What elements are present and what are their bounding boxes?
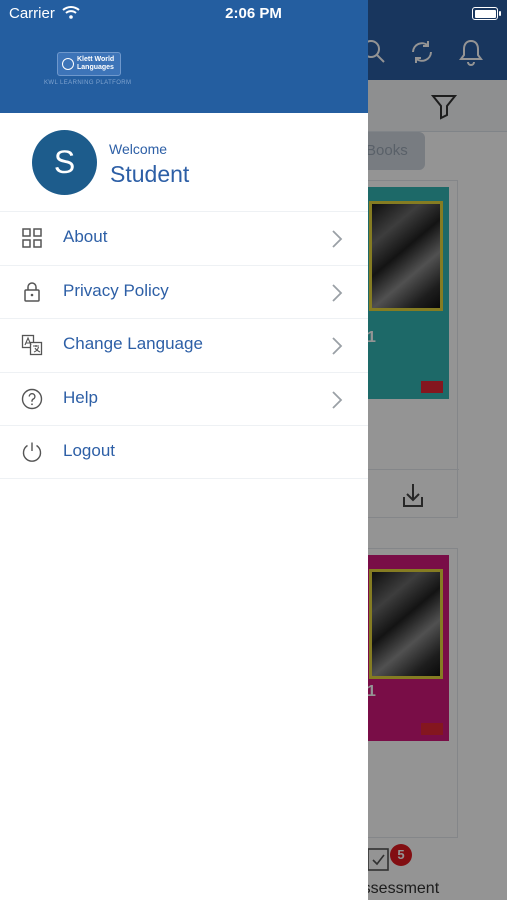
user-name: Student bbox=[110, 161, 190, 187]
logo-mark-icon bbox=[62, 58, 74, 70]
brand-tagline: KWL LEARNING PLATFORM bbox=[44, 80, 132, 86]
power-icon bbox=[22, 442, 42, 463]
chevron-right-icon bbox=[332, 230, 343, 248]
menu-label-about: About bbox=[63, 227, 108, 246]
menu-item-about[interactable]: About bbox=[0, 211, 368, 265]
logo-line2: Languages bbox=[77, 64, 114, 71]
chevron-right-icon bbox=[332, 283, 343, 302]
status-bar: Carrier 2:06 PM bbox=[0, 0, 507, 28]
clock: 2:06 PM bbox=[225, 5, 282, 22]
battery-icon bbox=[472, 7, 501, 20]
menu-label-privacy-policy: Privacy Policy bbox=[63, 280, 169, 300]
menu-item-logout[interactable]: Logout bbox=[0, 425, 368, 479]
chevron-right-icon bbox=[332, 337, 343, 355]
logo-line1: Klett World bbox=[77, 56, 115, 63]
grid-icon bbox=[22, 228, 42, 248]
lock-icon bbox=[24, 281, 40, 302]
menu-label-change-language: Change Language bbox=[63, 334, 203, 354]
menu-item-change-language[interactable]: Change Language bbox=[0, 318, 368, 372]
chevron-right-icon bbox=[332, 391, 343, 409]
brand-logo: Klett World Languages bbox=[57, 52, 121, 76]
translate-icon bbox=[21, 335, 43, 356]
menu-label-help: Help bbox=[63, 387, 98, 407]
avatar: S bbox=[32, 130, 97, 195]
welcome-label: Welcome bbox=[109, 141, 168, 157]
menu-item-privacy-policy[interactable]: Privacy Policy bbox=[0, 264, 368, 319]
user-profile: S Welcome Student bbox=[0, 113, 368, 211]
menu-label-logout: Logout bbox=[63, 441, 115, 461]
question-circle-icon bbox=[21, 388, 43, 409]
menu-item-help[interactable]: Help bbox=[0, 371, 368, 426]
drawer-menu: About Privacy Policy Change Language Hel… bbox=[0, 211, 368, 479]
side-drawer: Klett World Languages KWL LEARNING PLATF… bbox=[0, 0, 368, 900]
